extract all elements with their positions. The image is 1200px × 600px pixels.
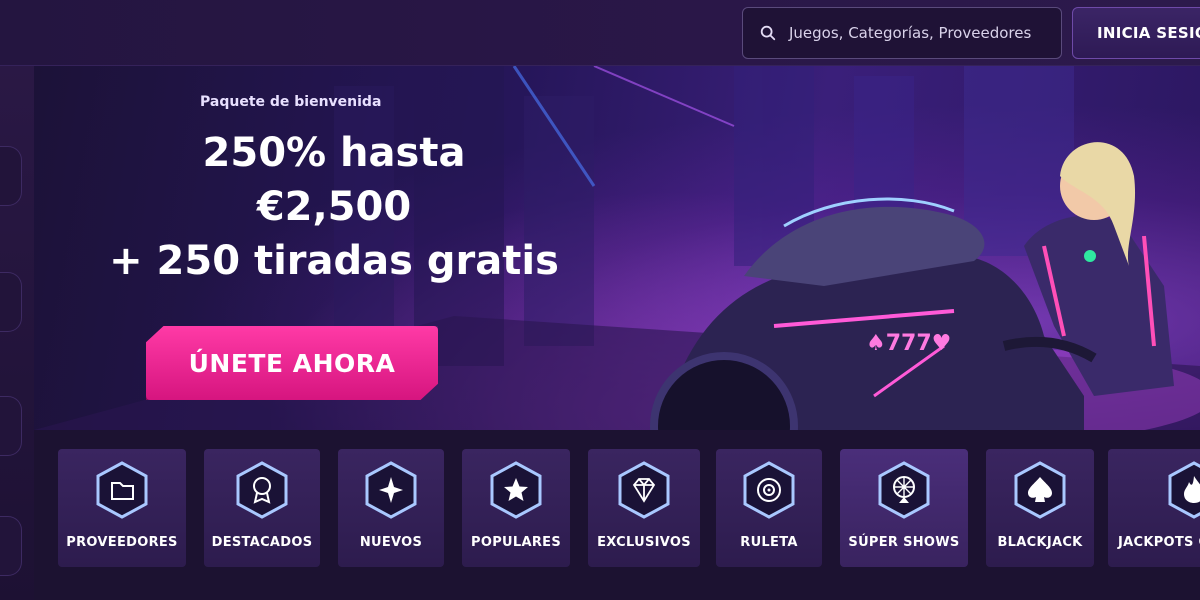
bonus-line-3: + 250 tiradas gratis [109,238,559,284]
star-icon [490,461,542,519]
spade-icon [1014,461,1066,519]
folder-icon [96,461,148,519]
search-input[interactable]: Juegos, Categorías, Proveedores [742,7,1062,59]
award-icon [236,461,288,519]
category-label: BLACKJACK [997,535,1083,550]
roulette-icon [743,461,795,519]
category-tile-jackpots[interactable]: JACKPOTS O [1108,449,1200,567]
diamond-icon [618,461,670,519]
welcome-label: Paquete de bienvenida [200,94,382,110]
sparkle-icon [365,461,417,519]
category-label: NUEVOS [359,535,423,550]
category-label: RULETA [740,535,798,550]
sidebar [0,66,34,600]
category-tile-exclusivos[interactable]: EXCLUSIVOS [588,449,700,567]
category-tile-proveedores[interactable]: PROVEEDORES [58,449,186,567]
category-label: DESTACADOS [211,535,313,550]
motorbike-rider-illustration: ♠777♥ [650,142,1200,430]
join-now-button[interactable]: ÚNETE AHORA [146,326,438,400]
svg-text:♠777♥: ♠777♥ [866,331,951,356]
category-label: SÚPER SHOWS [848,535,960,550]
category-label: JACKPOTS O [1118,535,1200,550]
category-tile-populares[interactable]: POPULARES [462,449,570,567]
search-placeholder: Juegos, Categorías, Proveedores [789,24,1032,42]
bonus-line-1: 250% hasta [202,130,466,176]
wheel-icon [878,461,930,519]
category-tile-super-shows[interactable]: SÚPER SHOWS [840,449,968,567]
hero-banner: Paquete de bienvenida 250% hasta €2,500 … [34,66,1200,430]
bonus-line-2: €2,500 [256,184,412,230]
category-bar: PROVEEDORES DESTACADOS NUEVOS POPULARES [34,430,1200,600]
category-tile-nuevos[interactable]: NUEVOS [338,449,444,567]
category-label: PROVEEDORES [66,535,178,550]
top-bar: Juegos, Categorías, Proveedores INICIA S… [0,0,1200,66]
login-button[interactable]: INICIA SESIÓN [1072,7,1200,59]
casino-page: Juegos, Categorías, Proveedores INICIA S… [0,0,1200,600]
sidebar-tab[interactable] [0,396,22,456]
category-label: EXCLUSIVOS [597,535,691,550]
bonus-headline: 250% hasta €2,500 + 250 tiradas gratis [54,126,614,288]
sidebar-tab[interactable] [0,146,22,206]
category-tile-blackjack[interactable]: BLACKJACK [986,449,1094,567]
sidebar-tab[interactable] [0,272,22,332]
search-icon [760,25,776,41]
sidebar-tab[interactable] [0,516,22,576]
category-tile-ruleta[interactable]: RULETA [716,449,822,567]
category-label: POPULARES [471,535,561,550]
flame-icon [1168,461,1200,519]
category-tile-destacados[interactable]: DESTACADOS [204,449,320,567]
